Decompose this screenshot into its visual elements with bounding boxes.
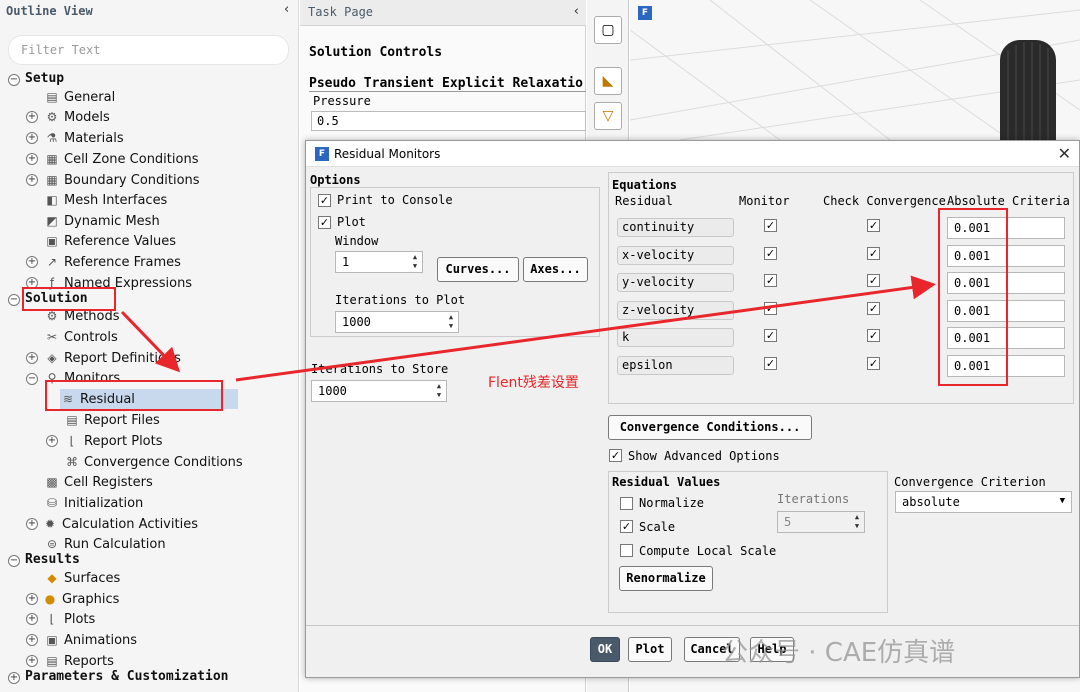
arrow-to-criteria — [235, 275, 936, 382]
watermark: 公众号 · CAE仿真谱 — [722, 638, 956, 668]
annotation-arrows — [120, 275, 936, 382]
annotation-text: Flent残差设置 — [488, 375, 579, 391]
arrow-to-residual — [120, 310, 181, 373]
